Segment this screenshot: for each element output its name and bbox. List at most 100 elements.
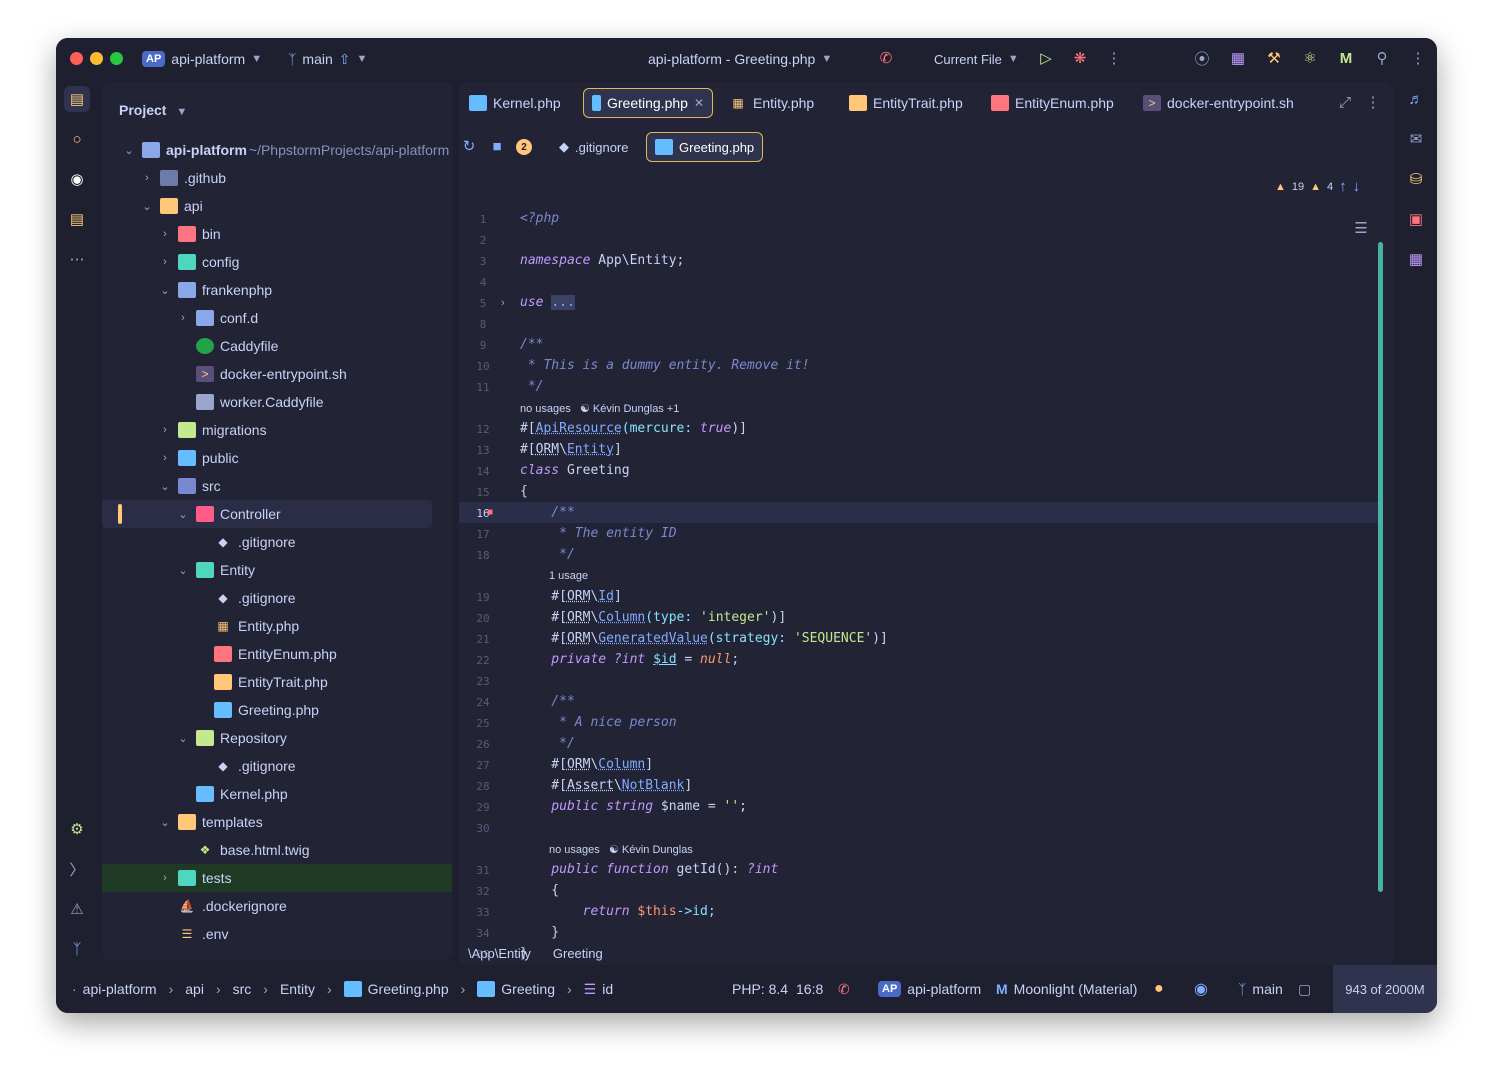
tree-item-public[interactable]: › public: [102, 444, 452, 472]
theme-indicator[interactable]: M Moonlight (Material): [996, 979, 1137, 999]
settings-gear-icon[interactable]: ⚙: [64, 816, 90, 842]
code-line[interactable]: * A nice person: [520, 715, 676, 730]
code-with-me-icon[interactable]: ▦: [1228, 48, 1248, 68]
run-configuration-selector[interactable]: Current File ▼: [934, 49, 1019, 69]
tab-entity-php[interactable]: ▦ Entity.php: [721, 88, 833, 118]
code-line[interactable]: /**: [520, 505, 575, 520]
folded-region[interactable]: ...: [551, 295, 575, 310]
tab-greeting-php[interactable]: Greeting.php ✕: [583, 88, 713, 118]
phone-debug-icon[interactable]: ✆: [838, 979, 850, 999]
tree-item-confd[interactable]: › conf.d: [102, 304, 452, 332]
breadcrumb-class[interactable]: Greeting: [553, 946, 603, 961]
ai-chat-icon[interactable]: ✉: [1403, 126, 1429, 152]
branch-selector[interactable]: ᛉ main ⇧ ▼: [288, 49, 367, 69]
code-line[interactable]: {: [520, 883, 559, 898]
inlay-hint[interactable]: no usages ☯ Kévin Dunglas +1: [520, 402, 679, 415]
eye-icon[interactable]: ◉: [1194, 979, 1208, 999]
code-line[interactable]: public string $name = '';: [520, 799, 747, 814]
fold-chevron-icon[interactable]: ›: [501, 297, 505, 309]
project-panel-title[interactable]: Project ▼: [119, 102, 187, 118]
code-line[interactable]: */: [520, 736, 575, 751]
tree-item-config[interactable]: › config: [102, 248, 452, 276]
code-line[interactable]: #[ApiResource(mercure: true)]: [520, 421, 747, 436]
status-branch[interactable]: ᛉ main: [1238, 979, 1283, 999]
more-tools-icon[interactable]: ⋯: [64, 246, 90, 272]
code-line[interactable]: #[ORM\GeneratedValue(strategy: 'SEQUENCE…: [520, 631, 888, 646]
tab-more-icon[interactable]: ⋮: [1363, 92, 1383, 112]
code-line[interactable]: */: [520, 379, 544, 394]
tree-item-entitytrait-php[interactable]: EntityTrait.php: [102, 668, 452, 696]
navbar-greeting[interactable]: Greeting.php: [646, 132, 764, 162]
tree-item-dockerignore[interactable]: ⛵ .dockerignore: [102, 892, 452, 920]
plugin-icon[interactable]: ⚛: [1300, 48, 1320, 68]
window-title[interactable]: api-platform - Greeting.php ▼: [648, 49, 832, 69]
bookmark-gutter-icon[interactable]: ■: [487, 507, 493, 518]
tree-item-base-twig[interactable]: ❖ base.html.twig: [102, 836, 452, 864]
tree-item-kernel-php[interactable]: Kernel.php: [102, 780, 452, 808]
folder-icon[interactable]: ■: [487, 136, 507, 156]
change-count-badge[interactable]: 2: [516, 139, 532, 155]
code-line[interactable]: #[Assert\NotBlank]: [520, 778, 692, 793]
tree-item-gitignore[interactable]: ◆ .gitignore: [102, 528, 452, 556]
tree-item-repository[interactable]: ⌄ Repository: [102, 724, 452, 752]
expand-icon[interactable]: ⤢: [1335, 92, 1355, 112]
tree-item-gitignore[interactable]: ◆ .gitignore: [102, 752, 452, 780]
status-project[interactable]: AP api-platform: [878, 979, 981, 999]
problems-icon[interactable]: ⚠: [64, 896, 90, 922]
tree-item-src[interactable]: ⌄ src: [102, 472, 452, 500]
code-line[interactable]: }: [520, 925, 559, 940]
code-line[interactable]: /**: [520, 337, 543, 352]
tree-item-controller[interactable]: ⌄ Controller: [102, 500, 432, 528]
bookmarks-icon[interactable]: ▣: [1403, 206, 1429, 232]
code-line[interactable]: class Greeting: [520, 463, 630, 478]
tree-item-env[interactable]: ☰ .env: [102, 920, 452, 948]
editor-scrollbar[interactable]: [1378, 242, 1383, 892]
status-crumb[interactable]: src: [233, 981, 252, 997]
code-line[interactable]: #[ORM\Entity]: [520, 442, 622, 457]
tree-item-entity-php[interactable]: ▦ Entity.php: [102, 612, 452, 640]
tree-item-greeting-php[interactable]: Greeting.php: [102, 696, 452, 724]
notifications-bell-icon[interactable]: ♬: [1403, 86, 1429, 112]
status-crumb[interactable]: api-platform: [83, 981, 157, 997]
tree-root[interactable]: ⌄ api-platform ~/PhpstormProjects/api-pl…: [102, 136, 452, 164]
project-tool-icon[interactable]: ▤: [64, 86, 90, 112]
code-line[interactable]: private ?int $id = null;: [520, 652, 739, 667]
code-line[interactable]: <?php: [520, 211, 559, 226]
lock-icon[interactable]: ▢: [1298, 979, 1311, 999]
arrow-down-icon[interactable]: ↓: [1353, 178, 1361, 195]
code-line[interactable]: {: [520, 484, 528, 499]
tools-icon[interactable]: ⚒: [1264, 48, 1284, 68]
status-crumb[interactable]: Greeting: [501, 981, 555, 997]
inlay-hint[interactable]: no usages ☯ Kévin Dunglas: [549, 843, 693, 856]
inspection-widget[interactable]: ▲ 19 ▲ 4 ↑ ↓: [1275, 178, 1360, 195]
code-line[interactable]: /**: [520, 694, 575, 709]
inlay-hint[interactable]: 1 usage: [549, 570, 588, 582]
status-crumb[interactable]: Entity: [280, 981, 315, 997]
reader-mode-icon[interactable]: ☰: [1351, 218, 1371, 238]
tab-entitytrait-php[interactable]: EntityTrait.php: [841, 88, 975, 118]
navbar-gitignore[interactable]: ◆ .gitignore: [551, 132, 636, 162]
tree-item-github[interactable]: › .github: [102, 164, 452, 192]
arrow-up-icon[interactable]: ↑: [1339, 178, 1347, 195]
theme-icon[interactable]: M: [1336, 48, 1356, 68]
status-crumb[interactable]: id: [602, 981, 613, 997]
main-menu-icon[interactable]: ⋮: [1408, 48, 1428, 68]
more-actions-icon[interactable]: ⋮: [1104, 48, 1124, 68]
structure-icon[interactable]: ▤: [64, 206, 90, 232]
phone-debug-icon[interactable]: ✆: [876, 48, 896, 68]
run-icon[interactable]: ▷: [1036, 48, 1056, 68]
code-line[interactable]: * This is a dummy entity. Remove it!: [520, 358, 810, 373]
github-icon[interactable]: ◉: [64, 166, 90, 192]
tree-item-entityenum-php[interactable]: EntityEnum.php: [102, 640, 452, 668]
tree-item-api[interactable]: ⌄ api: [102, 192, 452, 220]
status-crumb[interactable]: api: [185, 981, 204, 997]
zoom-window-button[interactable]: [110, 52, 123, 65]
code-line[interactable]: return $this->id;: [520, 904, 716, 919]
code-line[interactable]: use ...: [520, 295, 575, 310]
refresh-icon[interactable]: ↻: [459, 136, 479, 156]
tree-item-templates[interactable]: ⌄ templates: [102, 808, 452, 836]
power-save-icon[interactable]: ●: [1154, 979, 1164, 999]
tree-item-caddyfile[interactable]: Caddyfile: [102, 332, 452, 360]
database-icon[interactable]: ⛁: [1403, 166, 1429, 192]
tree-item-entity[interactable]: ⌄ Entity: [102, 556, 452, 584]
